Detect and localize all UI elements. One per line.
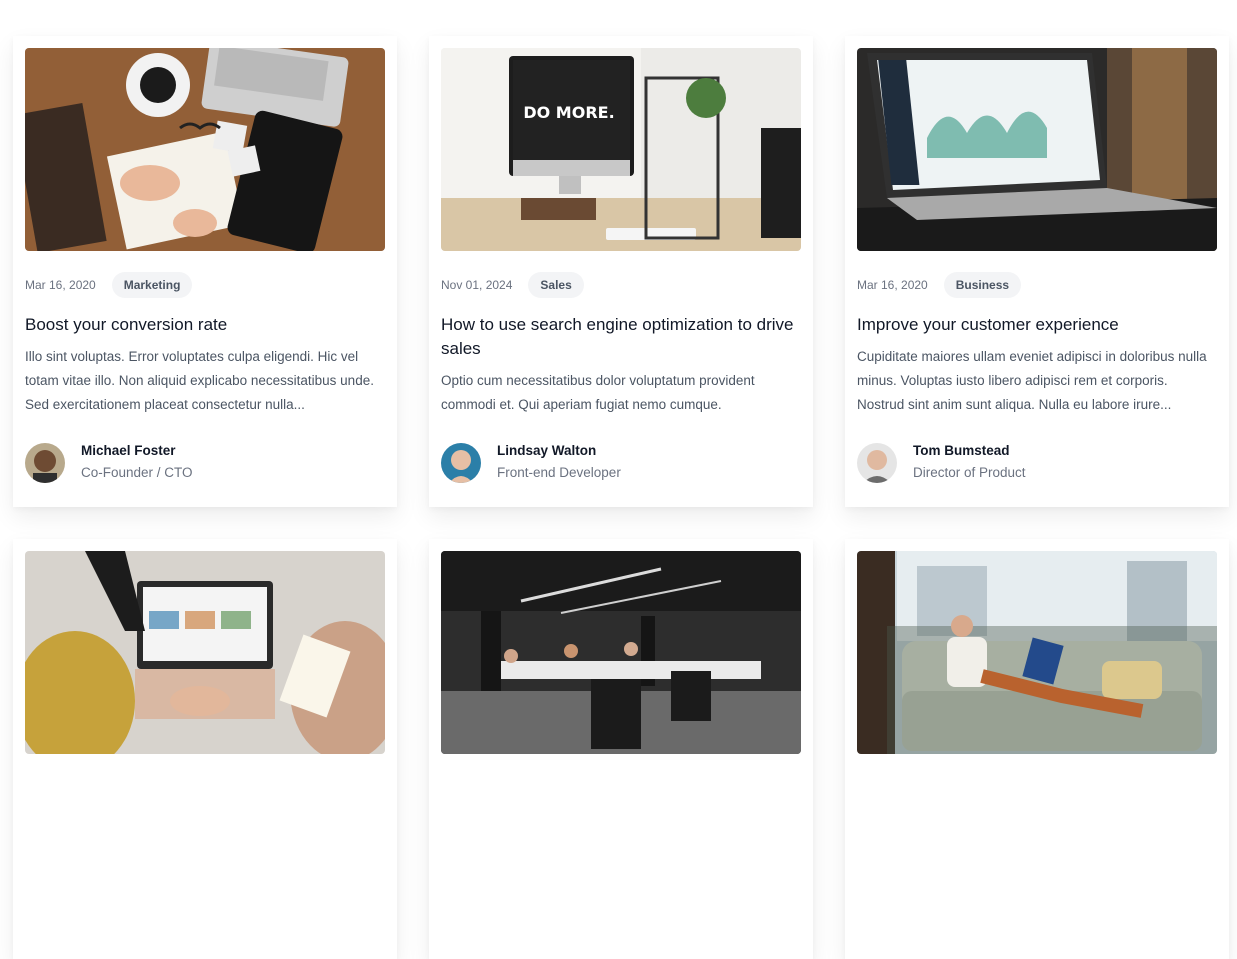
author-name[interactable]: Tom Bumstead: [913, 441, 1026, 461]
author-role: Director of Product: [913, 465, 1026, 480]
blog-card[interactable]: [429, 539, 813, 959]
post-author: Lindsay Walton Front-end Developer: [441, 441, 801, 485]
monitor-text: DO MORE.: [523, 103, 614, 122]
category-badge[interactable]: Marketing: [111, 272, 193, 298]
avatar: [441, 443, 481, 483]
author-role: Front-end Developer: [497, 465, 621, 480]
post-author: Tom Bumstead Director of Product: [857, 441, 1217, 485]
author-role: Co-Founder / CTO: [81, 465, 193, 480]
post-title[interactable]: Improve your customer experience: [857, 313, 1217, 337]
blog-card[interactable]: Mar 16, 2020 Marketing Boost your conver…: [13, 36, 397, 507]
post-meta: Nov 01, 2024 Sales: [441, 271, 801, 299]
post-image-team-laptop[interactable]: [25, 551, 385, 754]
blog-grid: Mar 16, 2020 Marketing Boost your conver…: [13, 36, 1229, 959]
post-meta: Mar 16, 2020 Marketing: [25, 271, 385, 299]
avatar: [25, 443, 65, 483]
post-excerpt: Illo sint voluptas. Error voluptates cul…: [25, 349, 374, 412]
post-date: Nov 01, 2024: [441, 278, 513, 292]
post-date: Mar 16, 2020: [857, 278, 928, 292]
category-badge[interactable]: Sales: [528, 272, 584, 298]
blog-card[interactable]: [13, 539, 397, 959]
post-title[interactable]: How to use search engine optimization to…: [441, 313, 801, 361]
blog-card[interactable]: [845, 539, 1229, 959]
post-title[interactable]: Boost your conversion rate: [25, 313, 385, 337]
avatar: [857, 443, 897, 483]
blog-card[interactable]: DO MORE. Nov 01, 2024 Sales How to use s…: [429, 36, 813, 507]
post-image-open-office[interactable]: [441, 551, 801, 754]
category-badge[interactable]: Business: [943, 272, 1022, 298]
blog-card[interactable]: Mar 16, 2020 Business Improve your custo…: [845, 36, 1229, 507]
post-excerpt: Optio cum necessitatibus dolor voluptatu…: [441, 373, 755, 412]
post-image-desk-notebook[interactable]: [25, 48, 385, 251]
author-name[interactable]: Lindsay Walton: [497, 441, 621, 461]
post-meta: Mar 16, 2020 Business: [857, 271, 1217, 299]
post-image-sofa-laptop[interactable]: [857, 551, 1217, 754]
post-image-laptop-analytics[interactable]: [857, 48, 1217, 251]
author-name[interactable]: Michael Foster: [81, 441, 193, 461]
post-image-workspace[interactable]: DO MORE.: [441, 48, 801, 251]
post-date: Mar 16, 2020: [25, 278, 96, 292]
post-author: Michael Foster Co-Founder / CTO: [25, 441, 385, 485]
post-excerpt: Cupiditate maiores ullam eveniet adipisc…: [857, 349, 1207, 412]
